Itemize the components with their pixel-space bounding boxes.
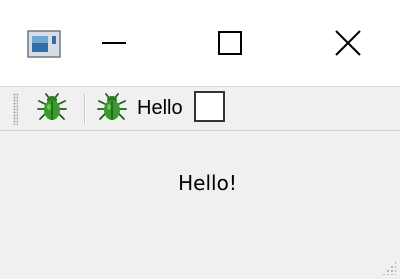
window-app-icon[interactable] — [27, 30, 61, 58]
minimize-button[interactable] — [76, 16, 152, 70]
close-icon — [335, 30, 361, 56]
central-widget: Hello! — [0, 131, 400, 279]
bug-icon — [37, 93, 67, 120]
toolbar-grip[interactable] — [13, 93, 18, 125]
maximize-icon — [218, 31, 242, 55]
bug-hello-button-icon[interactable] — [96, 92, 132, 124]
central-hello-label: Hello! — [178, 171, 237, 195]
minimize-icon — [102, 42, 126, 44]
maximize-button[interactable] — [192, 16, 268, 70]
hello-button-label[interactable]: Hello — [137, 93, 183, 123]
bug-icon — [97, 93, 127, 120]
toolbar: Hello — [0, 87, 400, 131]
toolbar-separator — [84, 94, 85, 124]
toolbar-checkbox[interactable] — [194, 91, 225, 122]
title-bar[interactable] — [0, 0, 400, 86]
close-button[interactable] — [310, 16, 386, 70]
main-window: Hello Hello! — [0, 0, 400, 279]
resize-grip[interactable] — [382, 261, 396, 275]
bug-action-button[interactable] — [36, 92, 72, 124]
